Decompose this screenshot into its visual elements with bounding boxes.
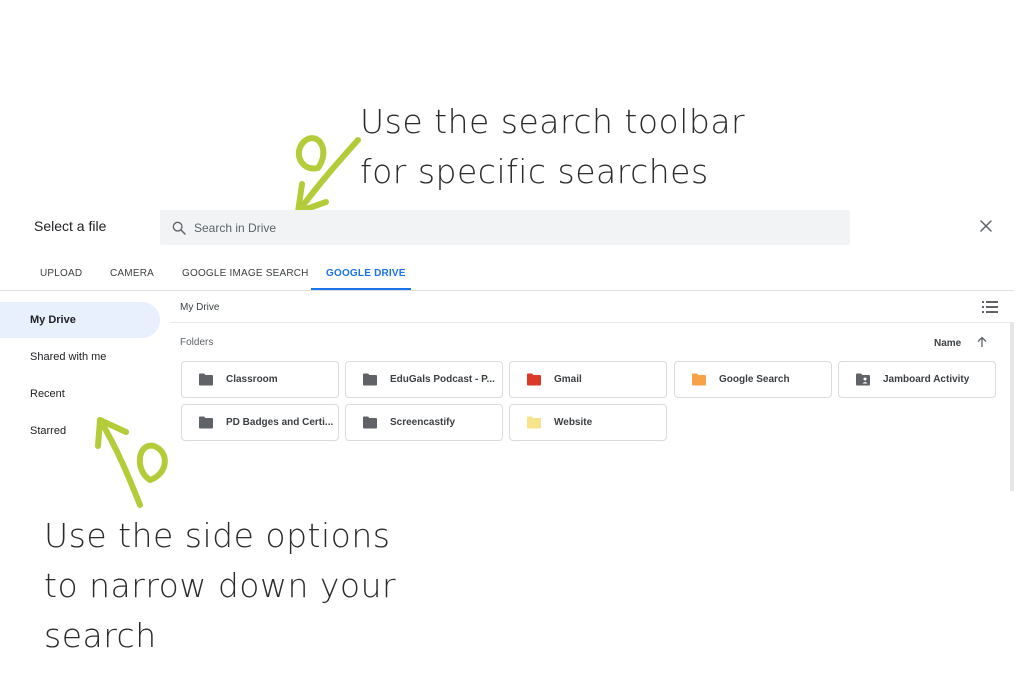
folder-card[interactable]: PD Badges and Certi...	[181, 404, 339, 441]
annotation-line: search	[44, 616, 157, 655]
content-divider	[170, 322, 1014, 323]
annotation-line: for specific searches	[360, 152, 709, 191]
list-view-icon[interactable]	[982, 300, 998, 314]
tab-google-drive[interactable]: GOOGLE DRIVE	[326, 268, 406, 279]
folder-icon	[199, 373, 213, 386]
arrow-up-icon[interactable]	[976, 336, 988, 348]
tab-google-image-search[interactable]: GOOGLE IMAGE SEARCH	[182, 268, 309, 279]
sidebar-annotation: Use the side options to narrow down your…	[44, 511, 396, 661]
sidebar-item-label: Shared with me	[30, 351, 107, 363]
shared-folder-icon	[856, 373, 870, 386]
search-bar[interactable]	[160, 210, 850, 245]
folder-icon	[527, 373, 541, 386]
folder-icon	[363, 373, 377, 386]
folder-name: Gmail	[554, 374, 582, 385]
folder-icon	[692, 373, 706, 386]
search-annotation: Use the search toolbar for specific sear…	[360, 97, 745, 197]
folder-icon	[363, 416, 377, 429]
folder-name: PD Badges and Certi...	[226, 417, 334, 428]
folder-name: Website	[554, 417, 593, 428]
close-icon[interactable]	[976, 216, 996, 236]
folder-card[interactable]: Jamboard Activity	[838, 361, 996, 398]
folder-card[interactable]: EduGals Podcast - P...	[345, 361, 503, 398]
sidebar-item-my-drive[interactable]: My Drive	[0, 302, 160, 338]
folder-name: Jamboard Activity	[883, 374, 970, 385]
annotation-line: Use the search toolbar	[360, 102, 746, 141]
annotation-line: Use the side options	[44, 516, 391, 555]
folder-name: EduGals Podcast - P...	[390, 374, 495, 385]
folder-card[interactable]: Screencastify	[345, 404, 503, 441]
folder-icon	[527, 416, 541, 429]
annotation-line: to narrow down your	[44, 566, 397, 605]
folder-card[interactable]: Gmail	[509, 361, 667, 398]
folder-card[interactable]: Google Search	[674, 361, 832, 398]
dialog-title: Select a file	[34, 218, 107, 234]
folder-icon	[199, 416, 213, 429]
tab-camera[interactable]: CAMERA	[110, 268, 154, 279]
sidebar-item-label: Starred	[30, 425, 67, 437]
section-label-folders: Folders	[180, 337, 214, 348]
tab-upload[interactable]: UPLOAD	[40, 268, 82, 279]
sort-by-name-button[interactable]: Name	[934, 338, 961, 349]
folder-name: Screencastify	[390, 417, 456, 428]
folder-card[interactable]: Classroom	[181, 361, 339, 398]
folder-card[interactable]: Website	[509, 404, 667, 441]
sidebar-item-starred[interactable]: Starred	[0, 413, 160, 449]
sidebar-item-label: Recent	[30, 388, 65, 400]
scrollbar[interactable]	[1010, 323, 1014, 491]
sidebar-item-shared-with-me[interactable]: Shared with me	[0, 339, 160, 375]
search-input[interactable]	[194, 210, 834, 245]
sidebar-item-label: My Drive	[30, 314, 76, 326]
sidebar-item-recent[interactable]: Recent	[0, 376, 160, 412]
tabs-divider	[0, 290, 1014, 291]
folder-name: Classroom	[226, 374, 278, 385]
breadcrumb[interactable]: My Drive	[180, 302, 219, 313]
search-icon	[172, 221, 186, 235]
folder-name: Google Search	[719, 374, 790, 385]
